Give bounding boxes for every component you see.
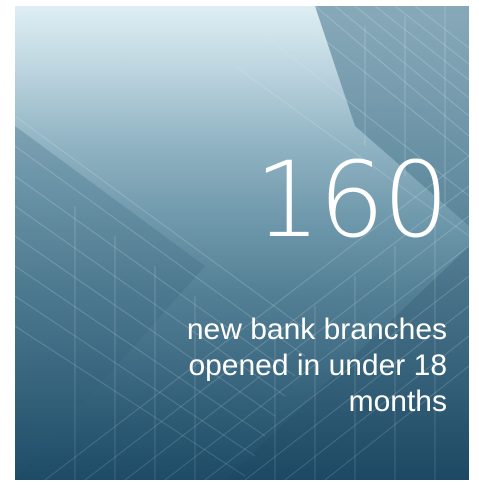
stat-caption: new bank branches opened in under 18 mon… [186, 313, 447, 418]
stat-number: 160 [254, 139, 449, 261]
stat-card: 160 new bank branches opened in under 18… [15, 6, 469, 480]
